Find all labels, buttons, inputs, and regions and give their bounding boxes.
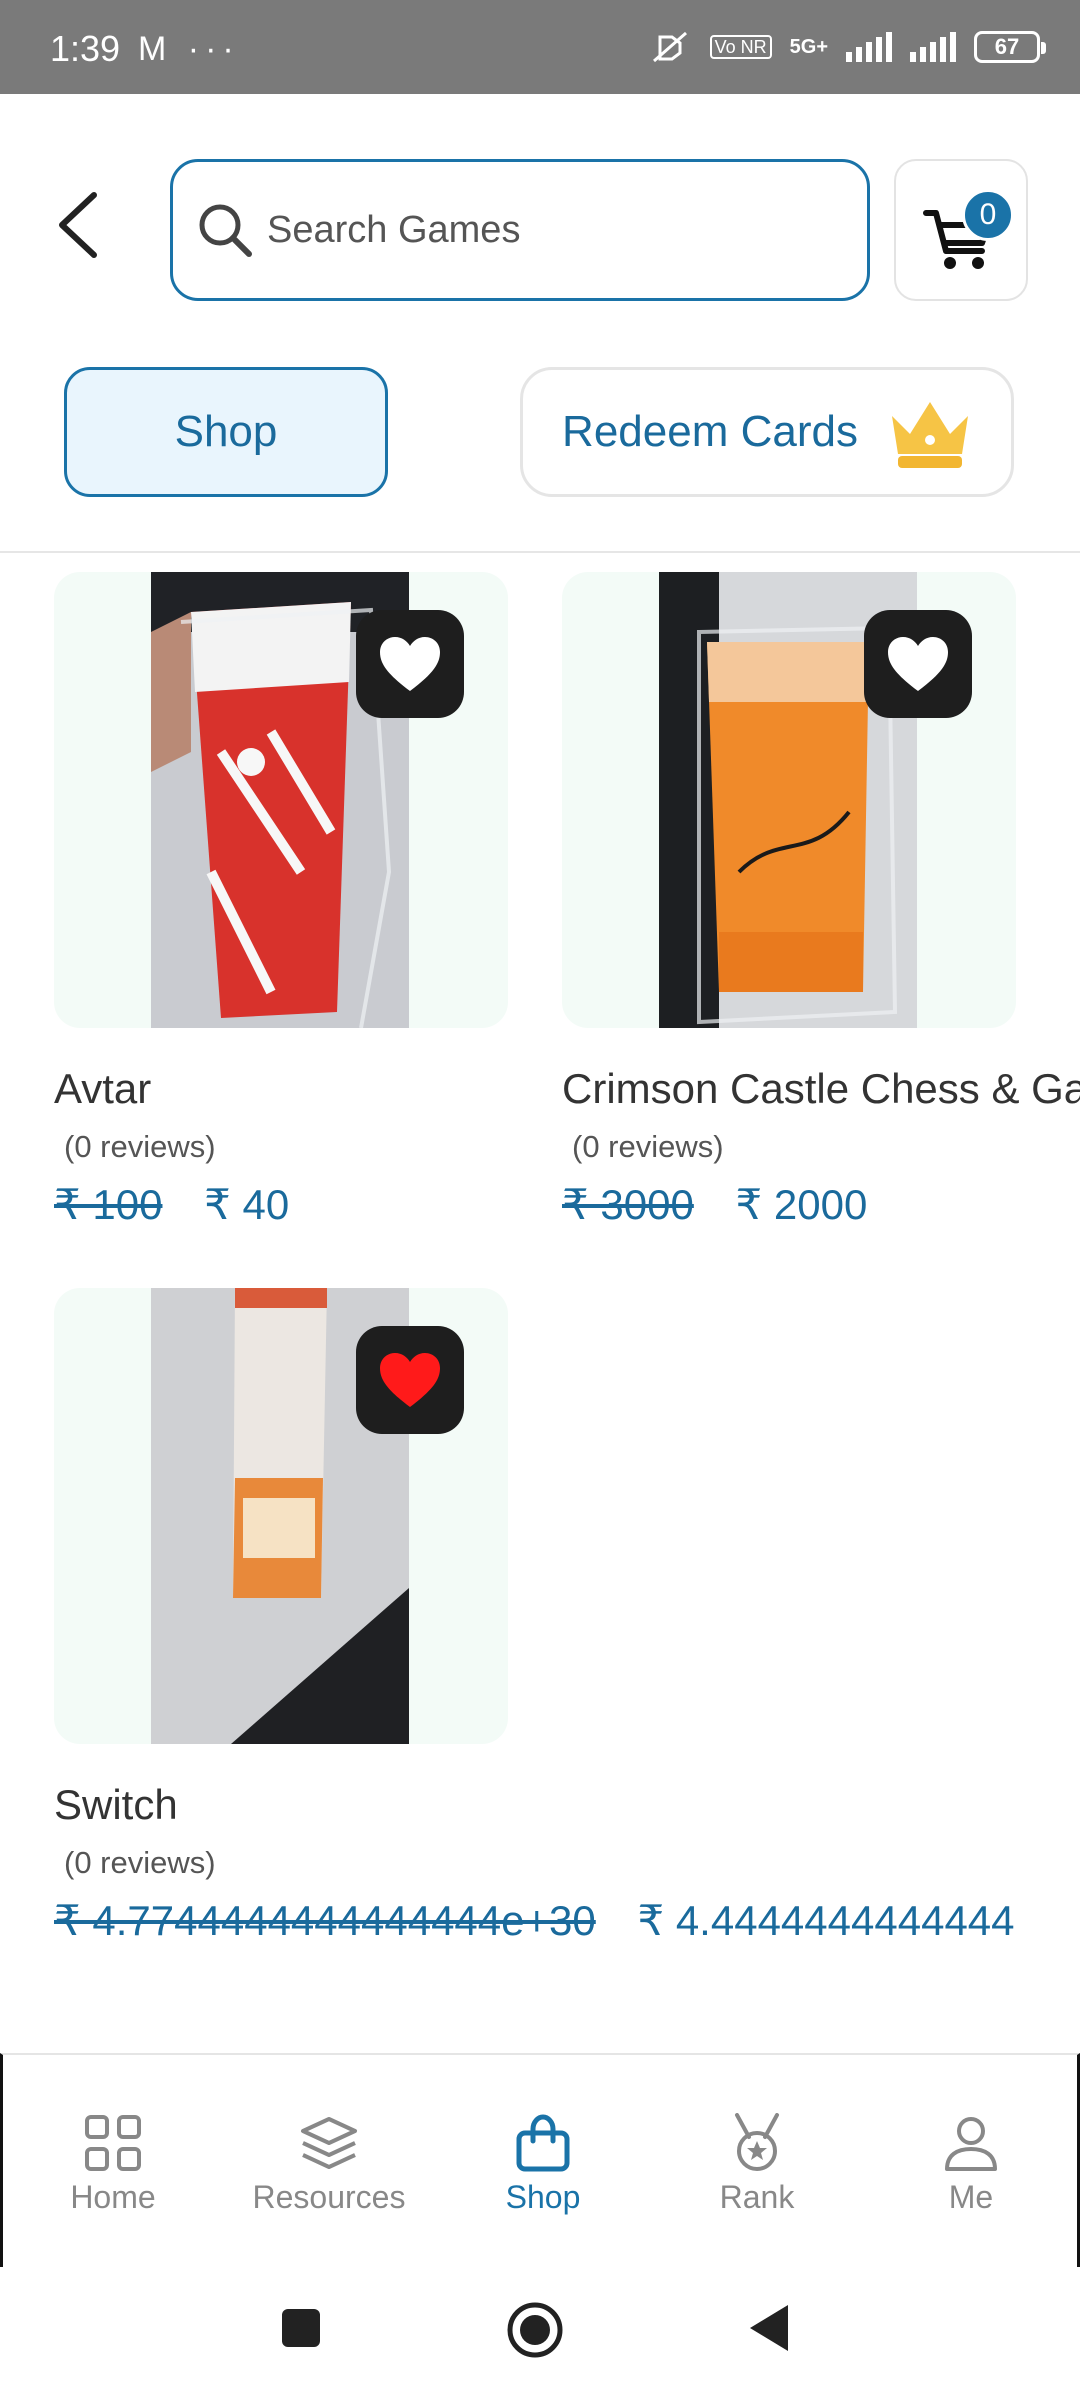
search-icon bbox=[199, 204, 252, 257]
header-divider bbox=[0, 551, 1080, 553]
product-reviews: (0 reviews) bbox=[64, 1845, 216, 1880]
nav-label: Rank bbox=[719, 2179, 795, 2215]
layers-icon bbox=[301, 2117, 357, 2169]
favorite-button[interactable] bbox=[356, 610, 464, 718]
original-price: ₹ 4.7744444444444444e+30 bbox=[54, 1897, 596, 1944]
crown-icon bbox=[891, 402, 968, 468]
chevron-left-icon bbox=[59, 192, 97, 258]
back-button[interactable] bbox=[50, 180, 120, 270]
nav-shop[interactable]: Shop bbox=[443, 2113, 643, 2216]
heart-icon bbox=[380, 637, 440, 691]
battery-icon: 67 bbox=[974, 31, 1046, 63]
tab-redeem-cards[interactable]: Redeem Cards bbox=[520, 367, 1014, 497]
bottom-nav: Home Resources Shop Rank Me bbox=[0, 2053, 1080, 2267]
mute-icon bbox=[652, 31, 687, 63]
favorite-button[interactable] bbox=[864, 610, 972, 718]
nav-label: Home bbox=[70, 2179, 156, 2215]
tab-redeem-label: Redeem Cards bbox=[562, 407, 858, 456]
product-prices: ₹ 3000 ₹ 2000 bbox=[562, 1180, 867, 1229]
nav-label: Shop bbox=[505, 2179, 581, 2215]
nav-me[interactable]: Me bbox=[871, 2113, 1071, 2216]
heart-filled-icon bbox=[380, 1353, 440, 1407]
nav-label: Resources bbox=[252, 2179, 406, 2215]
search-box[interactable] bbox=[170, 159, 870, 301]
user-icon bbox=[945, 2117, 997, 2171]
product-prices: ₹ 4.7744444444444444e+30 ₹ 4.44444444444… bbox=[54, 1896, 1015, 1945]
notification-icons: M ··· bbox=[138, 30, 240, 68]
product-card[interactable]: Crimson Castle Chess & Gar (0 reviews) ₹… bbox=[562, 572, 1080, 1228]
tab-shop[interactable]: Shop bbox=[64, 367, 388, 497]
product-image-frame[interactable] bbox=[54, 572, 508, 1028]
network-type: 5G+ bbox=[789, 36, 828, 58]
original-price: ₹ 3000 bbox=[562, 1181, 694, 1228]
product-name[interactable]: Crimson Castle Chess & Gar bbox=[562, 1065, 1080, 1113]
signal-icon bbox=[846, 32, 892, 62]
signal-icon-2 bbox=[910, 32, 956, 62]
system-nav-bar bbox=[0, 2267, 1080, 2400]
product-name[interactable]: Avtar bbox=[54, 1065, 151, 1113]
medal-icon bbox=[735, 2113, 779, 2171]
nav-home[interactable]: Home bbox=[13, 2113, 213, 2216]
product-image-frame[interactable] bbox=[54, 1288, 508, 1744]
nav-rank[interactable]: Rank bbox=[657, 2113, 857, 2216]
favorite-button[interactable] bbox=[356, 1326, 464, 1434]
sale-price: ₹ 2000 bbox=[735, 1181, 868, 1228]
product-reviews: (0 reviews) bbox=[64, 1129, 216, 1164]
cart-count-badge: 0 bbox=[962, 189, 1014, 241]
product-card[interactable]: Avtar (0 reviews) ₹ 100 ₹ 40 bbox=[54, 572, 554, 1228]
back-nav-icon[interactable] bbox=[748, 2303, 790, 2353]
original-price: ₹ 100 bbox=[54, 1181, 163, 1228]
shopping-bag-icon bbox=[516, 2114, 570, 2172]
cart-button[interactable]: 0 bbox=[894, 159, 1028, 301]
sale-price: ₹ 4.4444444444444 bbox=[637, 1897, 1015, 1944]
product-image-frame[interactable] bbox=[562, 572, 1016, 1028]
heart-icon bbox=[888, 637, 948, 691]
volte-badge: Vo NR bbox=[709, 35, 772, 59]
status-time: 1:39 bbox=[50, 28, 121, 69]
search-input[interactable] bbox=[267, 208, 827, 252]
home-icon[interactable] bbox=[506, 2301, 564, 2359]
product-reviews: (0 reviews) bbox=[572, 1129, 724, 1164]
product-card[interactable]: Switch (0 reviews) ₹ 4.7744444444444444e… bbox=[54, 1288, 1015, 1944]
status-indicators: Vo NR 5G+ 67 bbox=[650, 24, 1046, 70]
status-bar: 1:39 M ··· Vo NR 5G+ 67 bbox=[0, 0, 1080, 94]
nav-label: Me bbox=[948, 2179, 994, 2215]
product-prices: ₹ 100 ₹ 40 bbox=[54, 1180, 289, 1229]
nav-resources[interactable]: Resources bbox=[229, 2113, 429, 2216]
recent-apps-icon[interactable] bbox=[280, 2307, 322, 2349]
grid-icon bbox=[85, 2115, 141, 2171]
product-name[interactable]: Switch bbox=[54, 1781, 178, 1829]
sale-price: ₹ 40 bbox=[204, 1181, 290, 1228]
battery-level: 67 bbox=[994, 34, 1020, 59]
